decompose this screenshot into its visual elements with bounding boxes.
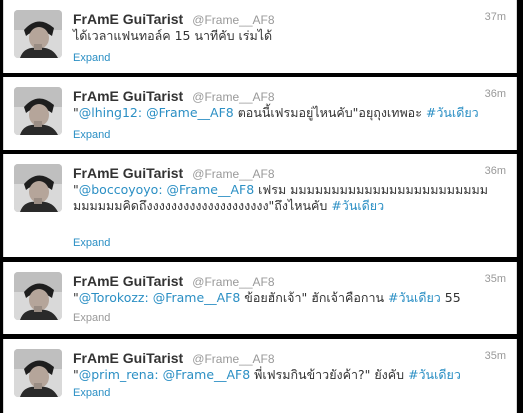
hashtag-link[interactable]: #วันเดียว bbox=[331, 198, 384, 213]
tweet-timestamp[interactable]: 35m bbox=[485, 350, 506, 362]
mention-link[interactable]: @Torokozz bbox=[79, 290, 145, 305]
expand-link[interactable]: Expand bbox=[73, 237, 110, 249]
tweet-timestamp[interactable]: 35m bbox=[485, 273, 506, 285]
tweet-text-segment: ตอนนี้เฟรมอยู่ไหนคับ"อยุถุงเทพอะ bbox=[233, 105, 426, 120]
tweet-fullname[interactable]: FrAmE GuiTarist bbox=[73, 273, 183, 289]
avatar-photo-icon bbox=[14, 349, 62, 397]
avatar[interactable] bbox=[14, 349, 62, 397]
avatar[interactable] bbox=[14, 272, 62, 320]
mention-link[interactable]: @Frame__AF8 bbox=[163, 367, 251, 382]
hashtag-link[interactable]: #วันเดียว bbox=[408, 367, 461, 382]
expand-link[interactable]: Expand bbox=[73, 129, 110, 141]
avatar-photo-icon bbox=[14, 87, 62, 135]
tweet-text-segment: : bbox=[137, 105, 147, 120]
tweet-timestamp[interactable]: 37m bbox=[485, 11, 506, 23]
tweet-username[interactable]: @Frame__AF8 bbox=[192, 167, 274, 181]
avatar-photo-icon bbox=[14, 10, 62, 58]
tweet-text: "@prim_rena: @Frame__AF8 พี่เฟรมกินข้าวย… bbox=[73, 367, 496, 383]
tweet-item[interactable]: FrAmE GuiTarist @Frame__AF8 36m "@boccoy… bbox=[3, 154, 517, 257]
expand-link[interactable]: Expand bbox=[73, 52, 110, 64]
mention-link[interactable]: @lhing12 bbox=[79, 105, 138, 120]
tweet-text: ได้เวลาแฟนทอล์ค 15 นาทีคับ เร่มได้ bbox=[73, 28, 496, 44]
tweet-username[interactable]: @Frame__AF8 bbox=[192, 275, 274, 289]
mention-link[interactable]: @Frame__AF8 bbox=[153, 290, 241, 305]
tweet-fullname[interactable]: FrAmE GuiTarist bbox=[73, 350, 183, 366]
tweet-timeline: FrAmE GuiTarist @Frame__AF8 37m ได้เวลาแ… bbox=[0, 0, 523, 413]
tweet-timestamp[interactable]: 36m bbox=[485, 165, 506, 177]
tweet-username[interactable]: @Frame__AF8 bbox=[192, 90, 274, 104]
hashtag-link[interactable]: #วันเดียว bbox=[388, 290, 441, 305]
expand-link[interactable]: Expand bbox=[73, 387, 110, 399]
tweet-fullname[interactable]: FrAmE GuiTarist bbox=[73, 165, 183, 181]
avatar-photo-icon bbox=[14, 272, 62, 320]
avatar[interactable] bbox=[14, 164, 62, 212]
tweet-item[interactable]: FrAmE GuiTarist @Frame__AF8 37m ได้เวลาแ… bbox=[3, 0, 517, 73]
tweet-text: "@boccoyoyo: @Frame__AF8 เฟรม มมมมมมมมมม… bbox=[73, 182, 496, 214]
tweet-text: "@Torokozz: @Frame__AF8 ข้อยฮักเจ้า" ฮัก… bbox=[73, 290, 496, 306]
tweet-fullname[interactable]: FrAmE GuiTarist bbox=[73, 11, 183, 27]
tweet-text-segment: พี่เฟรมกินข้าวยังค้า?" ยังคับ bbox=[250, 367, 409, 382]
tweet-text-segment: : bbox=[144, 290, 153, 305]
avatar-photo-icon bbox=[14, 164, 62, 212]
tweet-text-segment: : bbox=[158, 182, 167, 197]
tweet-username[interactable]: @Frame__AF8 bbox=[192, 352, 274, 366]
tweet-text-segment: 55 bbox=[440, 290, 461, 305]
avatar[interactable] bbox=[14, 10, 62, 58]
mention-link[interactable]: @Frame__AF8 bbox=[146, 105, 234, 120]
mention-link[interactable]: @prim_rena bbox=[79, 367, 155, 382]
tweet-text: "@lhing12: @Frame__AF8 ตอนนี้เฟรมอยู่ไหน… bbox=[73, 105, 496, 121]
tweet-text-segment: ข้อยฮักเจ้า" ฮักเจ้าคือกาน bbox=[240, 290, 389, 305]
avatar[interactable] bbox=[14, 87, 62, 135]
mention-link[interactable]: @boccoyoyo bbox=[79, 182, 159, 197]
tweet-fullname[interactable]: FrAmE GuiTarist bbox=[73, 88, 183, 104]
tweet-text-segment: : bbox=[154, 367, 163, 382]
hashtag-link[interactable]: #วันเดียว bbox=[426, 105, 479, 120]
tweet-item[interactable]: FrAmE GuiTarist @Frame__AF8 36m "@lhing1… bbox=[3, 77, 517, 150]
mention-link[interactable]: @Frame__AF8 bbox=[167, 182, 255, 197]
tweet-item[interactable]: FrAmE GuiTarist @Frame__AF8 35m "@prim_r… bbox=[3, 339, 517, 413]
tweet-username[interactable]: @Frame__AF8 bbox=[192, 13, 274, 27]
tweet-item[interactable]: FrAmE GuiTarist @Frame__AF8 35m "@Toroko… bbox=[3, 262, 517, 334]
tweet-timestamp[interactable]: 36m bbox=[485, 88, 506, 100]
tweet-text-segment: ได้เวลาแฟนทอล์ค 15 นาทีคับ เร่มได้ bbox=[73, 28, 273, 43]
expand-link[interactable]: Expand bbox=[73, 312, 110, 324]
